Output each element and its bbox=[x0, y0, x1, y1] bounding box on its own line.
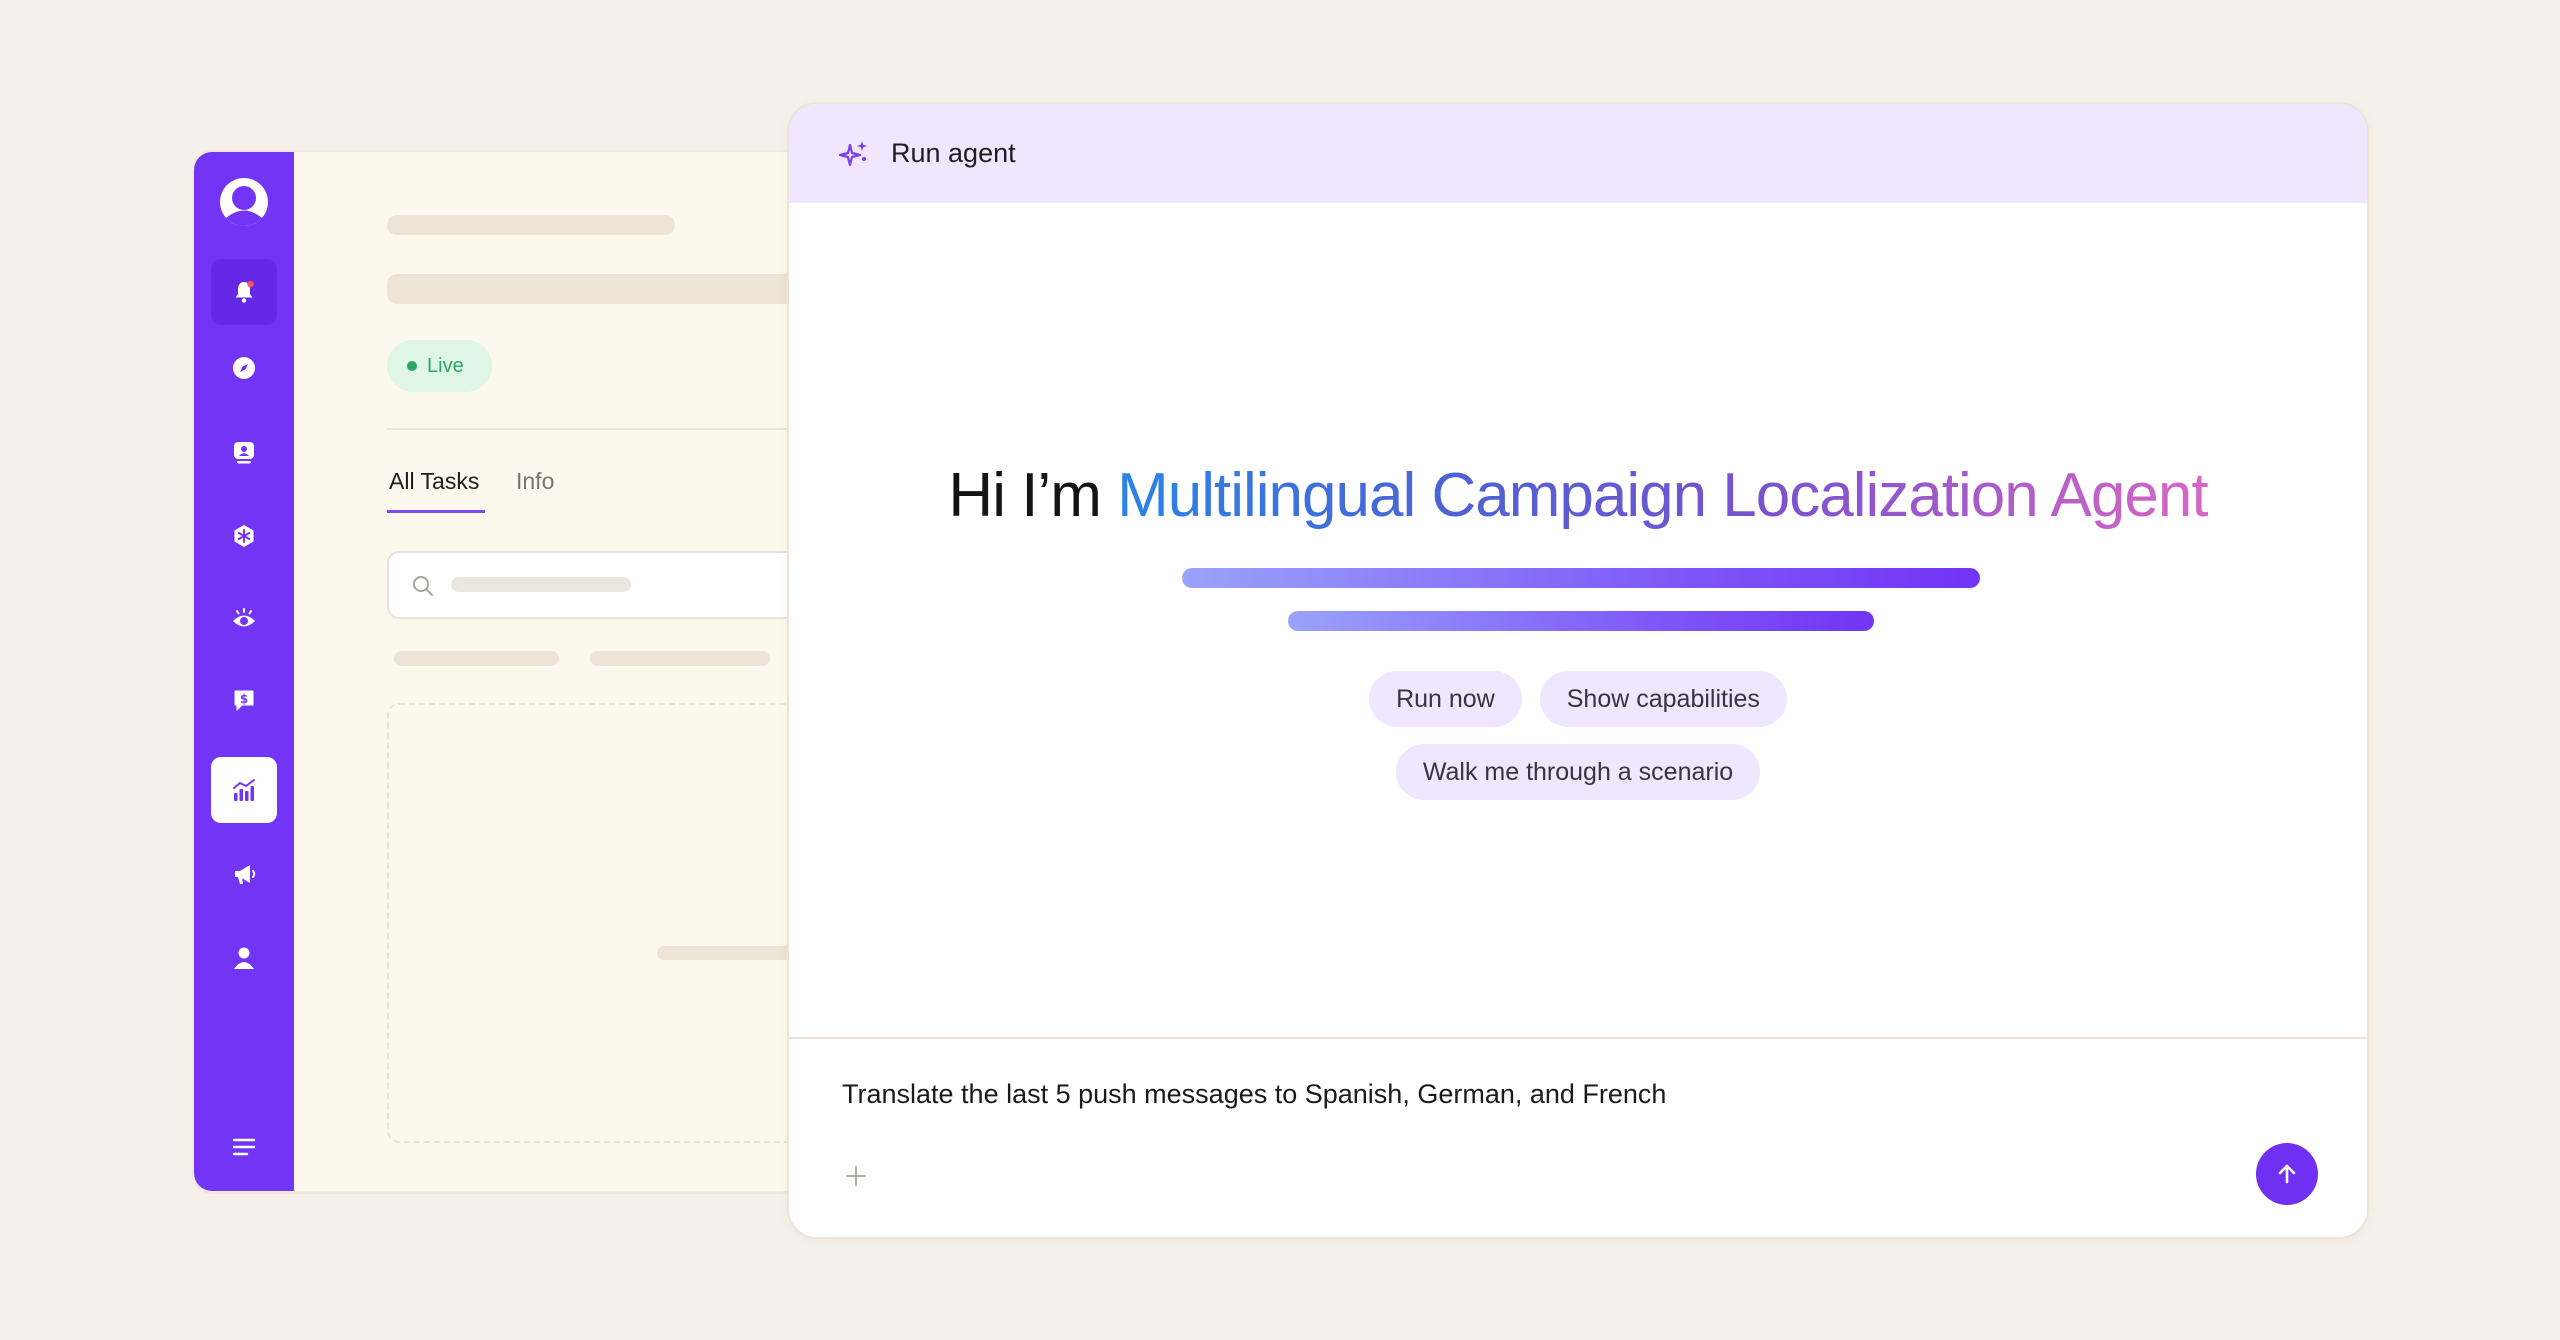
eye-icon bbox=[233, 608, 255, 627]
search-placeholder-skeleton bbox=[451, 577, 631, 592]
sidebar-item-campaigns[interactable] bbox=[211, 841, 277, 907]
run-now-chip[interactable]: Run now bbox=[1369, 671, 1522, 727]
search-icon bbox=[413, 576, 433, 596]
avatar-icon bbox=[220, 178, 268, 226]
sidebar-item-audience[interactable] bbox=[211, 419, 277, 485]
status-badge: Live bbox=[387, 340, 492, 392]
megaphone-icon bbox=[235, 865, 256, 884]
skeleton-title bbox=[387, 215, 675, 235]
dollar-message-icon: $ bbox=[234, 690, 254, 711]
bell-icon bbox=[235, 280, 254, 303]
composer-input-text[interactable]: Translate the last 5 push messages to Sp… bbox=[842, 1079, 1666, 1110]
svg-text:$: $ bbox=[240, 692, 248, 706]
person-icon bbox=[234, 947, 254, 969]
avatar[interactable] bbox=[219, 177, 269, 227]
greeting-lead: Hi I’m bbox=[948, 461, 1101, 530]
suggestion-row-2: Walk me through a scenario bbox=[789, 744, 2367, 800]
sidebar: $ bbox=[194, 152, 294, 1191]
sparkle-icon bbox=[839, 140, 867, 166]
walk-through-scenario-chip[interactable]: Walk me through a scenario bbox=[1395, 744, 1761, 800]
sidebar-item-explore[interactable] bbox=[211, 335, 277, 401]
agent-header: Run agent bbox=[789, 104, 2367, 203]
loading-bar-1 bbox=[1182, 568, 1980, 588]
user-card-icon bbox=[234, 442, 254, 464]
send-button[interactable] bbox=[2256, 1143, 2318, 1205]
skeleton-filter-2 bbox=[590, 651, 770, 666]
show-capabilities-chip[interactable]: Show capabilities bbox=[1539, 671, 1787, 727]
status-badge-label: Live bbox=[427, 354, 464, 377]
agent-name: Multilingual Campaign Localization Agent bbox=[1117, 461, 2208, 530]
arrow-up-icon bbox=[2278, 1164, 2296, 1184]
sidebar-item-notifications[interactable] bbox=[211, 259, 277, 325]
tab-all-tasks[interactable]: All Tasks bbox=[389, 468, 479, 495]
live-dot-icon bbox=[407, 361, 417, 371]
chart-icon bbox=[233, 779, 255, 801]
tab-info[interactable]: Info bbox=[516, 468, 554, 495]
sidebar-item-analytics[interactable] bbox=[211, 757, 277, 823]
tab-active-indicator bbox=[387, 510, 485, 513]
add-attachment-icon[interactable] bbox=[841, 1161, 871, 1191]
sidebar-item-monitoring[interactable] bbox=[211, 586, 277, 652]
agent-window: Run agent Hi I’m Multilingual Campaign L… bbox=[787, 102, 2369, 1239]
sidebar-menu-button[interactable] bbox=[211, 1114, 277, 1180]
compass-icon bbox=[233, 357, 255, 379]
agent-header-title: Run agent bbox=[891, 138, 1016, 168]
menu-icon bbox=[232, 1138, 256, 1156]
agent-greeting: Hi I’m Multilingual Campaign Localizatio… bbox=[789, 459, 2367, 533]
snowflake-icon bbox=[234, 525, 254, 547]
sidebar-item-profile[interactable] bbox=[211, 925, 277, 991]
sidebar-item-integrations[interactable] bbox=[211, 503, 277, 569]
sidebar-item-billing[interactable]: $ bbox=[211, 667, 277, 733]
message-composer[interactable]: Translate the last 5 push messages to Sp… bbox=[789, 1037, 2367, 1237]
suggestion-row-1: Run now Show capabilities bbox=[789, 671, 2367, 727]
skeleton-filter-1 bbox=[394, 651, 559, 666]
loading-bar-2 bbox=[1288, 611, 1874, 631]
